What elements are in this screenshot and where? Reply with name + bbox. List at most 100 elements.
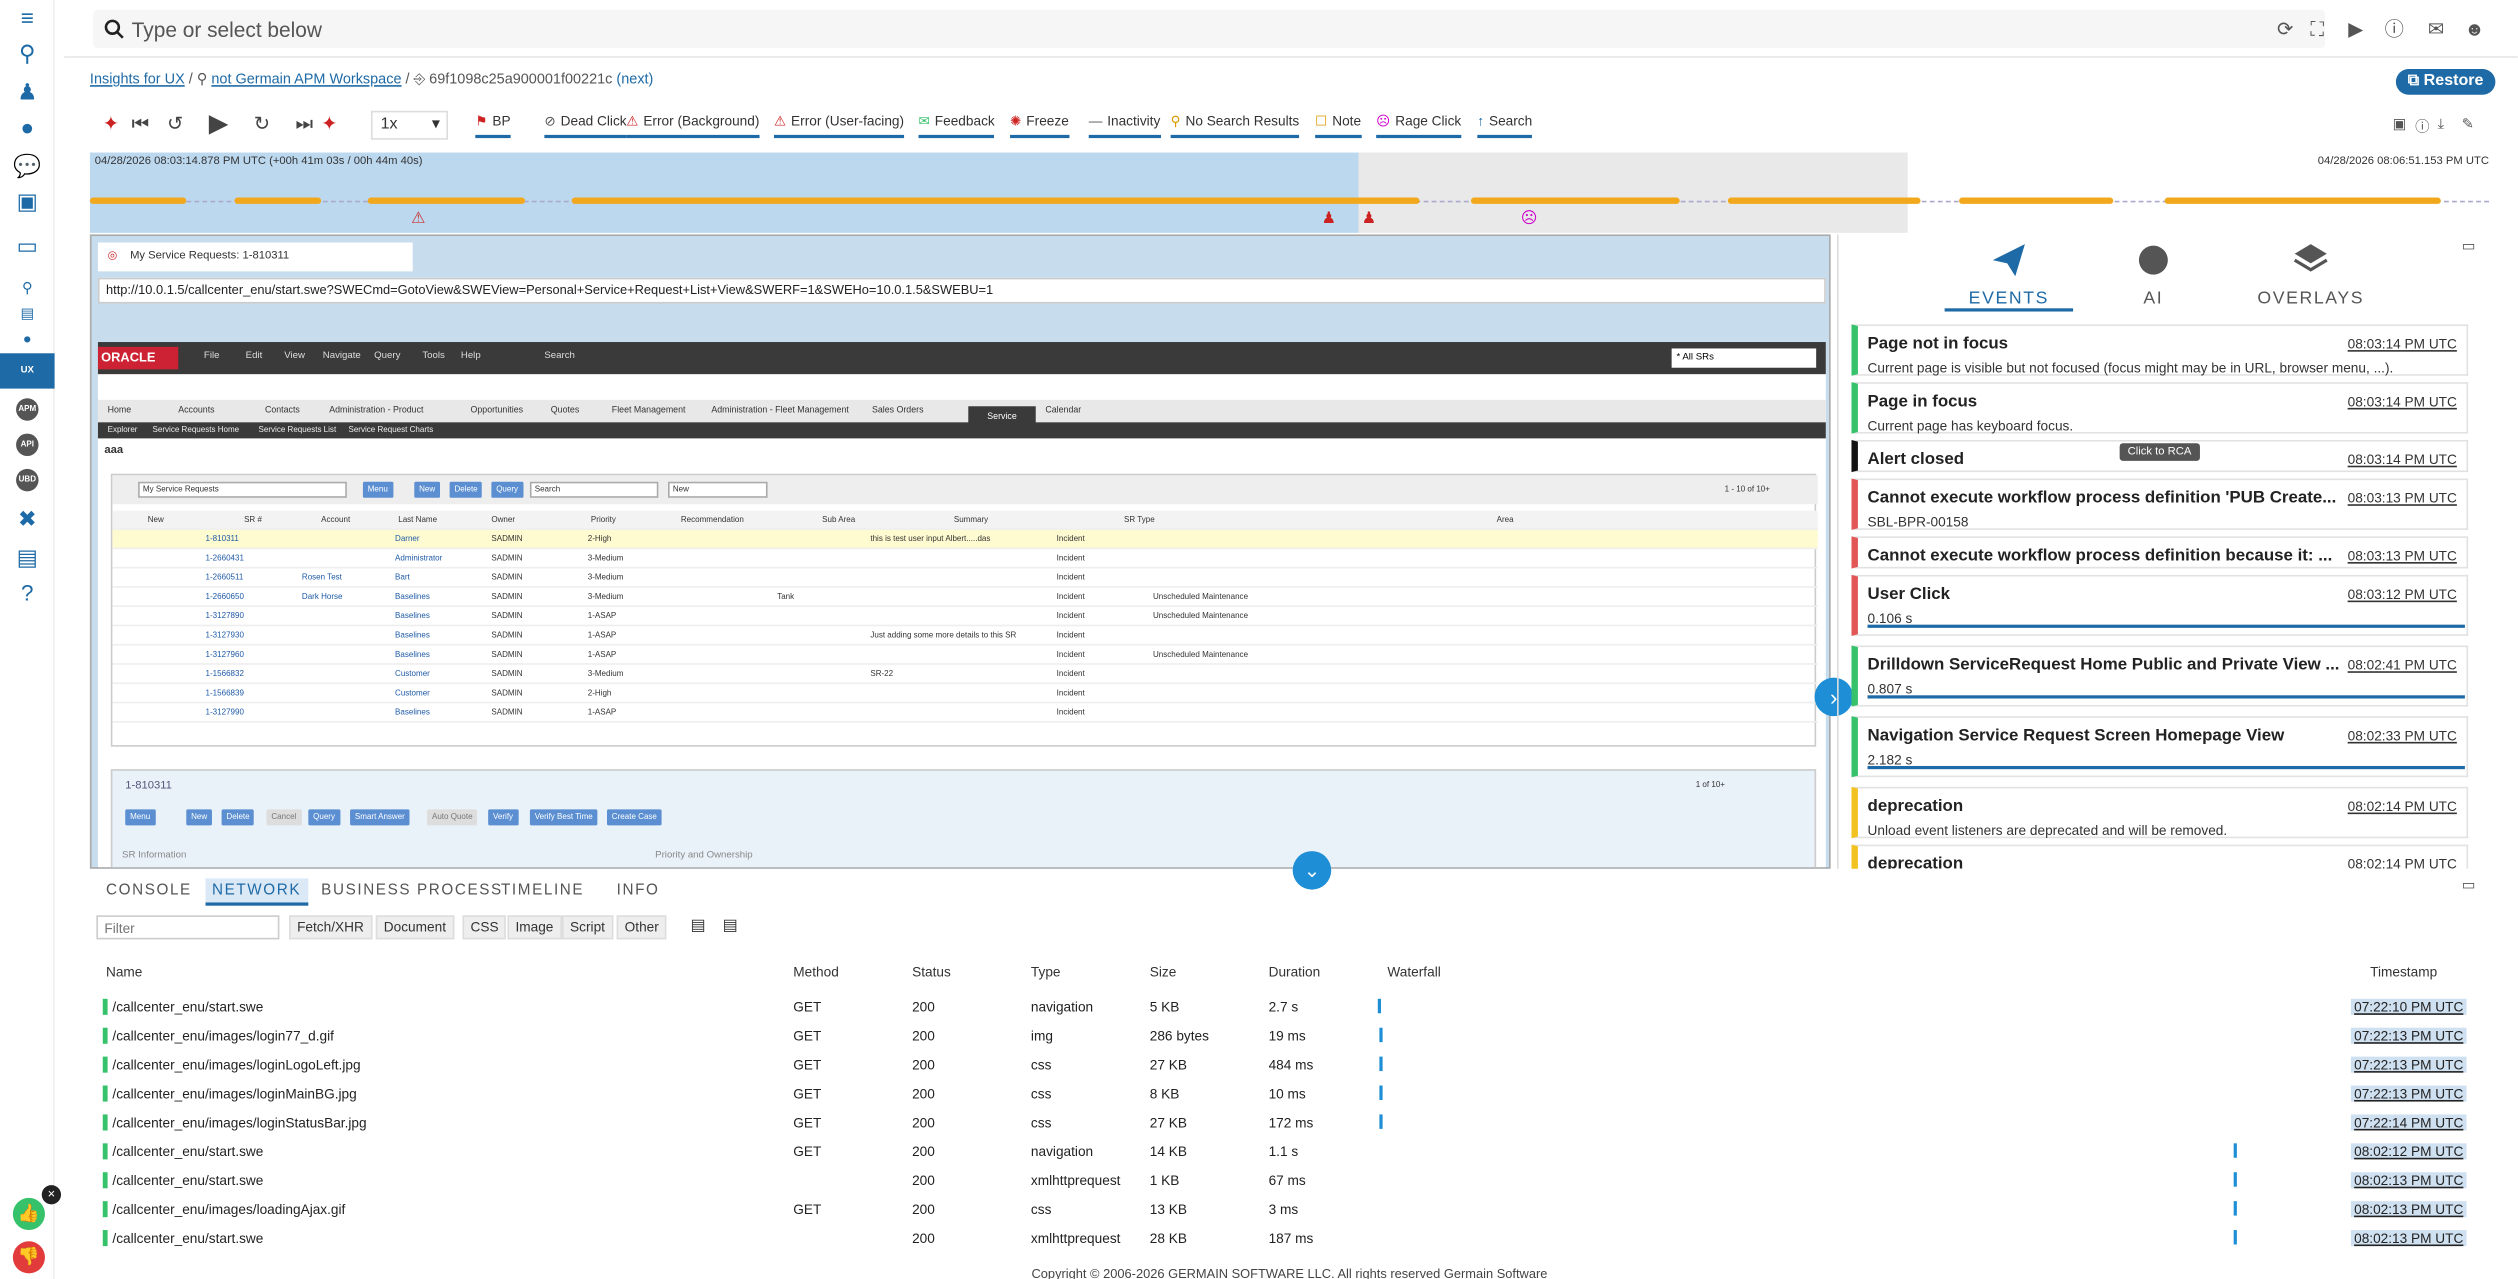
breadcrumb-workspace[interactable]: not Germain APM Workspace bbox=[211, 71, 401, 87]
event-time[interactable]: 08:02:14 PM UTC bbox=[2348, 798, 2457, 814]
network-row[interactable]: /callcenter_enu/images/loginLogoLeft.jpg… bbox=[96, 1050, 2473, 1079]
network-timestamp[interactable]: 07:22:10 PM UTC bbox=[2350, 998, 2467, 1015]
network-name[interactable]: /callcenter_enu/images/login77_d.gif bbox=[102, 1027, 334, 1044]
help-icon[interactable]: ? bbox=[11, 578, 43, 607]
tab-business-process[interactable]: BUSINESS PROCESS bbox=[321, 882, 503, 900]
next-error-icon[interactable]: ✦ bbox=[321, 112, 337, 134]
monitor-icon[interactable]: ▭ bbox=[11, 231, 43, 260]
network-name[interactable]: /callcenter_enu/start.swe bbox=[102, 998, 263, 1015]
event-time[interactable]: 08:03:13 PM UTC bbox=[2348, 490, 2457, 506]
event-time[interactable]: 08:02:41 PM UTC bbox=[2348, 657, 2457, 673]
event-item[interactable]: Cannot execute workflow process definiti… bbox=[1851, 536, 2469, 569]
network-filter-button[interactable]: Fetch/XHR bbox=[289, 915, 372, 940]
user-flow-icon[interactable]: ♟ bbox=[11, 77, 43, 106]
chat-icon[interactable]: 💬 bbox=[11, 151, 43, 180]
restore-button[interactable]: ⧉ Restore bbox=[2395, 69, 2496, 95]
network-col-header[interactable]: Type bbox=[1031, 963, 1061, 979]
event-item[interactable]: Page not in focus 08:03:14 PM UTC Current … bbox=[1851, 324, 2469, 376]
sitemap-icon[interactable]: ⚲ bbox=[11, 39, 43, 68]
network-filter-button[interactable]: CSS bbox=[462, 915, 507, 940]
event-item[interactable]: Navigation Service Request Screen Homepa… bbox=[1851, 716, 2469, 778]
thumbs-down-icon[interactable]: 👎 bbox=[12, 1241, 45, 1274]
network-col-header[interactable]: Timestamp bbox=[2370, 963, 2437, 979]
edit-icon[interactable]: ✎ bbox=[2462, 116, 2474, 134]
network-col-header[interactable]: Duration bbox=[1269, 963, 1321, 979]
export-har-icon[interactable]: ▤ bbox=[690, 917, 705, 935]
info-circle-icon[interactable]: ⓘ bbox=[2383, 18, 2405, 40]
network-timestamp[interactable]: 07:22:13 PM UTC bbox=[2350, 1027, 2467, 1044]
network-filter-input[interactable] bbox=[96, 915, 280, 940]
network-col-header[interactable]: Method bbox=[793, 963, 839, 979]
prev-error-icon[interactable]: ✦ bbox=[103, 112, 119, 134]
event-time[interactable]: 08:03:14 PM UTC bbox=[2348, 451, 2457, 467]
play-icon[interactable]: ▶ bbox=[209, 108, 229, 140]
network-col-header[interactable]: Waterfall bbox=[1387, 963, 1440, 979]
network-timestamp[interactable]: 07:22:13 PM UTC bbox=[2350, 1056, 2467, 1073]
network-row[interactable]: /callcenter_enu/images/loginMainBG.jpg GE… bbox=[96, 1079, 2473, 1108]
skip-forward-icon[interactable]: ⏭ bbox=[295, 112, 312, 136]
fullscreen-icon[interactable]: ⛶ bbox=[2306, 18, 2328, 40]
event-item[interactable]: Page in focus 08:03:14 PM UTC Current page… bbox=[1851, 382, 2469, 434]
breadcrumb-home[interactable]: Insights for UX bbox=[90, 71, 185, 87]
breadcrumb-next[interactable]: (next) bbox=[616, 71, 653, 87]
network-name[interactable]: /callcenter_enu/start.swe bbox=[102, 1143, 263, 1160]
rage-click-icon[interactable]: ☹ bbox=[1521, 210, 1538, 228]
network-timestamp[interactable]: 08:02:13 PM UTC bbox=[2350, 1172, 2467, 1189]
network-row[interactable]: /callcenter_enu/start.swe GET 200 navigatio… bbox=[96, 992, 2473, 1021]
api-icon[interactable]: API bbox=[16, 433, 39, 457]
save-icon[interactable]: ▣ bbox=[2393, 116, 2407, 134]
network-name[interactable]: /callcenter_enu/start.swe bbox=[102, 1230, 263, 1247]
tools-icon[interactable]: ✖ bbox=[11, 504, 43, 533]
network-timestamp[interactable]: 07:22:13 PM UTC bbox=[2350, 1085, 2467, 1102]
network-name[interactable]: /callcenter_enu/images/loadingAjax.gif bbox=[102, 1201, 345, 1218]
close-fab-icon[interactable]: × bbox=[41, 1185, 62, 1205]
event-time[interactable]: 08:03:14 PM UTC bbox=[2348, 336, 2457, 352]
download-icon[interactable]: ⤓ bbox=[2438, 116, 2444, 134]
book-icon[interactable]: ▤ bbox=[11, 543, 43, 572]
filter-freeze[interactable]: ✺ Freeze bbox=[1010, 112, 1069, 139]
filter-note[interactable]: ☐ Note bbox=[1315, 112, 1362, 139]
network-timestamp[interactable]: 08:02:13 PM UTC bbox=[2350, 1201, 2467, 1218]
save-icon[interactable]: ▣ bbox=[11, 186, 43, 215]
filter-rage-click[interactable]: ☹ Rage Click bbox=[1376, 112, 1462, 139]
network-row[interactable]: /callcenter_enu/start.swe 200 xmlhttpreque… bbox=[96, 1224, 2473, 1253]
event-item[interactable]: User Click 08:03:12 PM UTC 0.106 s bbox=[1851, 574, 2469, 636]
thumbs-up-icon[interactable]: 👍 bbox=[12, 1197, 45, 1231]
event-item[interactable]: Cannot execute workflow process definiti… bbox=[1851, 478, 2469, 530]
speed-select[interactable]: 1x ▾ bbox=[370, 110, 449, 140]
network-timestamp[interactable]: 08:02:13 PM UTC bbox=[2350, 1230, 2467, 1247]
event-item[interactable]: deprecation 08:02:14 PM UTC bbox=[1851, 844, 2469, 869]
error-user-icon[interactable]: ♟ bbox=[1322, 210, 1336, 228]
info-icon[interactable]: ● bbox=[11, 324, 43, 353]
network-name[interactable]: /callcenter_enu/images/loginStatusBar.jp… bbox=[102, 1114, 367, 1131]
filter-error-background-[interactable]: ⚠ Error (Background) bbox=[626, 112, 760, 139]
network-name[interactable]: /callcenter_enu/images/loginMainBG.jpg bbox=[102, 1085, 357, 1102]
event-time[interactable]: 08:03:13 PM UTC bbox=[2348, 548, 2457, 564]
network-row[interactable]: /callcenter_enu/images/login77_d.gif GET 2… bbox=[96, 1021, 2473, 1050]
tab-overlays[interactable]: OVERLAYS bbox=[2247, 241, 2375, 312]
tab-network[interactable]: NETWORK bbox=[205, 878, 308, 906]
event-time[interactable]: 08:03:14 PM UTC bbox=[2348, 393, 2457, 409]
minimize-icon[interactable]: ▭ bbox=[2462, 877, 2476, 895]
session-timeline[interactable]: 04/28/2026 08:03:14.878 PM UTC (+00h 41m… bbox=[89, 152, 2489, 233]
filter-feedback[interactable]: ✉ Feedback bbox=[918, 112, 995, 139]
user-icon[interactable]: ☻ bbox=[2463, 18, 2485, 40]
filter-bp[interactable]: ⚑ BP bbox=[475, 112, 511, 139]
event-time[interactable]: 08:02:14 PM UTC bbox=[2348, 856, 2457, 869]
network-timestamp[interactable]: 07:22:14 PM UTC bbox=[2350, 1114, 2467, 1131]
filter-error-user-facing-[interactable]: ⚠ Error (User-facing) bbox=[773, 112, 905, 139]
ux-nav-active[interactable]: UX bbox=[0, 353, 55, 389]
tab-console[interactable]: CONSOLE bbox=[106, 882, 192, 900]
network-filter-button[interactable]: Image bbox=[507, 915, 562, 940]
restart-icon[interactable]: ↺ bbox=[167, 112, 183, 134]
filter-dead-click[interactable]: ⊘ Dead Click bbox=[544, 112, 627, 139]
network-name[interactable]: /callcenter_enu/images/loginLogoLeft.jpg bbox=[102, 1056, 361, 1073]
inbox-icon[interactable]: ✉ bbox=[2425, 18, 2447, 40]
tab-info[interactable]: INFO bbox=[617, 882, 660, 900]
import-har-icon[interactable]: ▤ bbox=[723, 917, 738, 935]
user-badge-icon[interactable]: UBD bbox=[16, 468, 39, 492]
minimize-icon[interactable]: ▭ bbox=[2462, 238, 2476, 256]
tab-timeline[interactable]: TIMELINE bbox=[501, 882, 584, 900]
event-time[interactable]: 08:02:33 PM UTC bbox=[2348, 727, 2457, 743]
network-row[interactable]: /callcenter_enu/start.swe GET 200 navigatio… bbox=[96, 1137, 2473, 1166]
